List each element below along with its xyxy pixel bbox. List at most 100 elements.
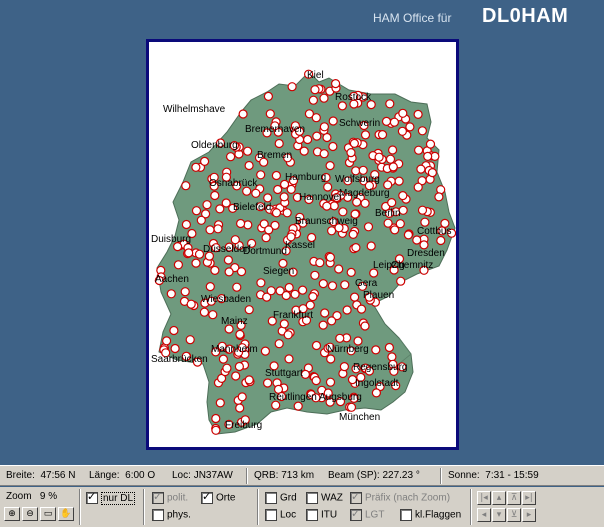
zoom-rect-icon[interactable]: ▭ [40,507,56,521]
checkbox-box[interactable] [86,490,98,504]
station-marker[interactable] [388,162,398,172]
station-marker[interactable] [322,201,332,211]
station-marker[interactable] [170,343,180,354]
station-marker[interactable] [311,113,321,123]
itu-checkbox[interactable]: ITU [306,509,337,521]
station-marker[interactable] [287,82,297,92]
station-marker[interactable] [293,401,303,411]
station-marker[interactable] [377,129,388,140]
station-marker[interactable] [416,164,426,174]
station-marker[interactable] [184,248,194,258]
station-marker[interactable] [218,354,229,364]
station-marker[interactable] [310,85,320,95]
station-marker[interactable] [238,109,248,119]
station-marker[interactable] [366,241,376,251]
station-marker[interactable] [339,362,349,372]
map-view[interactable]: Kiel Rostock Wilhelmshave Bremerhaven Schwer… [146,39,459,450]
station-marker[interactable] [327,316,337,326]
station-marker[interactable] [284,282,294,293]
station-marker[interactable] [310,270,320,280]
station-marker[interactable] [222,363,232,373]
station-marker[interactable] [337,101,347,111]
station-marker[interactable] [325,160,335,171]
nav-top-icon[interactable]: ⊼ [507,491,521,505]
station-marker[interactable] [265,109,275,119]
station-marker[interactable] [279,192,289,202]
station-marker[interactable] [387,352,397,362]
station-marker[interactable] [223,255,234,265]
station-marker[interactable] [397,126,407,136]
station-marker[interactable] [213,224,223,234]
waz-checkbox[interactable]: WAZ [306,492,343,504]
station-marker[interactable] [256,278,266,288]
station-marker[interactable] [244,305,254,315]
checkbox-box[interactable] [306,509,318,521]
station-marker[interactable] [352,197,362,207]
station-marker[interactable] [396,276,406,286]
station-marker[interactable] [308,95,318,105]
station-marker[interactable] [349,138,359,149]
nav-first-icon[interactable]: |◂ [477,491,491,505]
nav-up-icon[interactable]: ▴ [492,491,506,505]
zoom-out-icon[interactable]: ⊖ [22,507,38,521]
station-marker[interactable] [181,219,192,230]
station-marker[interactable] [211,425,221,435]
station-marker[interactable] [244,160,254,171]
station-marker[interactable] [274,339,284,349]
station-marker[interactable] [173,260,183,270]
station-marker[interactable] [282,208,292,218]
station-marker[interactable] [346,147,356,158]
station-marker[interactable] [215,398,225,408]
station-marker[interactable] [371,345,381,355]
station-marker[interactable] [348,229,358,239]
station-marker[interactable] [327,226,337,236]
station-marker[interactable] [271,208,282,218]
station-marker[interactable] [387,198,397,208]
station-marker[interactable] [385,154,396,164]
station-marker[interactable] [196,215,206,225]
station-marker[interactable] [434,192,444,202]
station-marker[interactable] [423,151,433,162]
station-marker[interactable] [414,145,424,155]
grd-checkbox[interactable]: Grd [265,492,297,504]
station-marker[interactable] [331,78,341,89]
station-marker[interactable] [328,116,338,126]
station-marker[interactable] [342,305,352,315]
station-marker[interactable] [205,282,215,292]
checkbox-box[interactable] [350,490,362,504]
station-marker[interactable] [436,235,446,246]
station-marker[interactable] [389,117,399,127]
station-marker[interactable] [205,225,215,235]
station-marker[interactable] [403,230,413,240]
station-marker[interactable] [211,413,221,424]
station-marker[interactable] [329,201,339,211]
station-marker[interactable] [413,182,423,192]
station-marker[interactable] [413,109,423,120]
station-marker[interactable] [315,258,325,268]
station-marker[interactable] [208,310,218,320]
station-marker[interactable] [235,218,246,229]
station-marker[interactable] [374,152,384,162]
orte-checkbox[interactable]: Orte [201,490,235,504]
station-marker[interactable] [319,93,329,103]
station-marker[interactable] [340,280,350,290]
station-marker[interactable] [235,329,245,339]
station-marker[interactable] [371,388,381,398]
station-marker[interactable] [351,243,361,253]
station-marker[interactable] [350,292,360,302]
station-marker[interactable] [231,371,241,381]
station-marker[interactable] [325,377,336,387]
station-marker[interactable] [312,131,322,141]
station-marker[interactable] [279,319,289,329]
lgt-checkbox[interactable]: LGT [350,507,384,521]
station-marker[interactable] [232,282,242,292]
station-marker[interactable] [328,141,338,152]
station-marker[interactable] [346,402,357,412]
checkbox-box[interactable] [350,507,362,521]
station-marker[interactable] [236,267,247,277]
station-marker[interactable] [225,152,236,162]
nav-bottom-icon[interactable]: ⊻ [507,508,521,522]
station-marker[interactable] [281,290,291,301]
station-marker[interactable] [284,354,294,364]
station-marker[interactable] [169,325,179,336]
